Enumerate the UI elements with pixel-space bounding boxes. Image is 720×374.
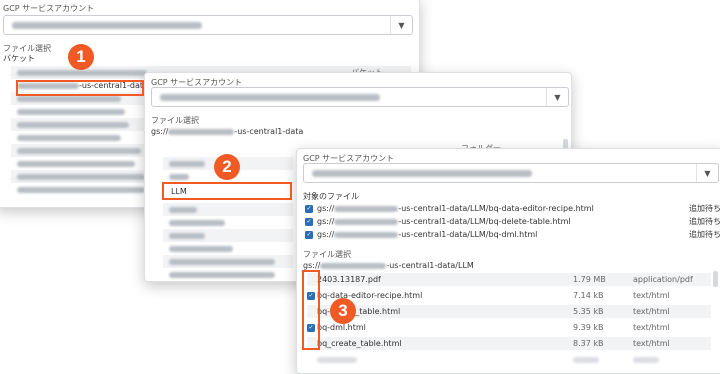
target-files-label: 対象のファイル xyxy=(303,192,359,201)
folder-highlight-box xyxy=(162,182,292,200)
folder-row[interactable] xyxy=(163,203,293,216)
chevron-down-icon[interactable]: ▼ xyxy=(696,164,718,182)
file-size: 8.37 kB xyxy=(573,339,604,348)
folder-row[interactable] xyxy=(163,242,293,255)
file-select-label: ファイル選択 xyxy=(303,250,351,259)
file-name: bq_create_table.html xyxy=(317,339,402,348)
file-row[interactable] xyxy=(307,353,711,366)
file-row[interactable]: bq_create_table.html 8.37 kB text/html xyxy=(307,337,711,350)
check-icon[interactable]: ✓ xyxy=(305,231,313,239)
target-file-path: gs://-us-central1-data/LLM/bq-dml.html xyxy=(317,230,538,239)
step-badge-3: 3 xyxy=(330,298,356,324)
file-name: 2403.13187.pdf xyxy=(317,275,381,284)
bucket-label: バケット xyxy=(3,54,35,63)
current-path: gs://-us-central1-data/LLM xyxy=(303,261,474,270)
file-row[interactable]: bq-dml.html 9.39 kB text/html xyxy=(307,321,711,334)
account-select[interactable]: ▼ xyxy=(151,87,569,107)
file-row[interactable]: 2403.13187.pdf 1.79 MB application/pdf xyxy=(307,273,711,286)
folder-row[interactable] xyxy=(163,255,293,268)
file-size: 5.35 kB xyxy=(573,307,604,316)
file-type: text/html xyxy=(633,339,670,348)
file-size: 9.39 kB xyxy=(573,323,604,332)
file-row[interactable]: bq-data-editor-recipe.html 7.14 kB text/… xyxy=(307,289,711,302)
file-size: 7.14 kB xyxy=(573,291,604,300)
file-select-label: ファイル選択 xyxy=(151,116,199,125)
scrollbar[interactable] xyxy=(713,271,718,287)
account-select[interactable]: ▼ xyxy=(303,163,719,183)
check-icon[interactable]: ✓ xyxy=(305,218,313,226)
folder-row[interactable] xyxy=(163,268,293,281)
step-badge-2: 2 xyxy=(214,154,240,180)
file-type: application/pdf xyxy=(633,275,693,284)
file-name: bq-data-editor-recipe.html xyxy=(317,291,423,300)
target-file-status: 追加待ち xyxy=(689,204,720,213)
target-file-path: gs://-us-central1-data/LLM/bq-data-edito… xyxy=(317,204,594,213)
target-file-status: 追加待ち xyxy=(689,217,720,226)
file-size: 1.79 MB xyxy=(573,275,606,284)
chevron-down-icon[interactable]: ▼ xyxy=(390,16,412,34)
account-label: GCP サービスアカウント xyxy=(3,4,95,13)
bucket-highlight-box xyxy=(16,80,144,96)
checkbox-highlight-box xyxy=(302,270,320,350)
file-row[interactable]: bq-delete_table.html 5.35 kB text/html xyxy=(307,305,711,318)
check-icon[interactable]: ✓ xyxy=(305,205,313,213)
file-type: text/html xyxy=(633,307,670,316)
file-panel: GCP サービスアカウント ▼ 対象のファイル ✓ gs://-us-centr… xyxy=(296,148,720,374)
target-file-status: 追加待ち xyxy=(689,230,720,239)
chevron-down-icon[interactable]: ▼ xyxy=(546,88,568,106)
target-file-path: gs://-us-central1-data/LLM/bq-delete-tab… xyxy=(317,217,571,226)
current-path: gs://-us-central1-data xyxy=(151,127,304,136)
file-type: text/html xyxy=(633,323,670,332)
folder-row[interactable] xyxy=(163,216,293,229)
file-type: text/html xyxy=(633,291,670,300)
account-select[interactable]: ▼ xyxy=(3,15,413,35)
step-badge-1: 1 xyxy=(68,44,94,70)
folder-row[interactable] xyxy=(163,229,293,242)
